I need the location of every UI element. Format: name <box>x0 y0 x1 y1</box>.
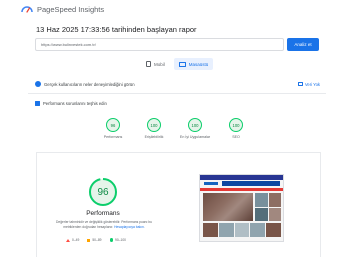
gauge-performance[interactable]: 96 Performans <box>101 118 125 139</box>
legend-average: 50–89 <box>87 238 102 242</box>
gauge-performance-label: Performans <box>103 135 123 139</box>
brand-name: PageSpeed Insights <box>37 4 105 14</box>
screenshot-logo <box>204 182 218 185</box>
analyze-button[interactable]: Analiz et <box>287 38 319 51</box>
pagespeed-logo-icon <box>21 6 33 13</box>
triangle-icon <box>66 238 70 242</box>
score-legend: 0–49 50–89 90–100 <box>66 238 126 242</box>
crux-section: Gerçek kullanıcıların neler deneyimlediğ… <box>35 80 320 88</box>
gauge-seo-label: SEO <box>232 135 240 139</box>
gauge-performance-score: 96 <box>106 118 120 132</box>
tab-desktop-label: Masaüstü <box>188 61 209 67</box>
page-screenshot-thumbnail <box>199 174 284 242</box>
no-data-icon <box>297 82 303 86</box>
desktop-icon <box>178 61 186 67</box>
report-title: 13 Haz 2025 17:33:56 tarihinden başlayan… <box>36 25 197 34</box>
diagnose-label: Performans sorunlarını teşhis edin <box>43 101 107 106</box>
crux-users-icon <box>35 81 41 87</box>
screenshot-hero-image <box>203 193 253 221</box>
app-header: PageSpeed Insights <box>0 0 350 18</box>
gauge-accessibility-label: Erişilebilirlik <box>144 135 164 139</box>
performance-score: 96 <box>97 186 109 198</box>
performance-title: Performans <box>86 210 120 217</box>
mobile-icon <box>146 61 151 67</box>
gauge-best-practices-score: 100 <box>188 118 202 132</box>
legend-pass-label: 90–100 <box>115 238 127 242</box>
gauge-accessibility[interactable]: 100 Erişilebilirlik <box>142 118 166 139</box>
url-input[interactable] <box>35 38 284 51</box>
gauge-best-practices-label: En İyi Uygulamalar <box>179 135 211 139</box>
legend-pass: 90–100 <box>109 238 127 242</box>
tab-mobile-label: Mobil <box>154 61 165 67</box>
tab-desktop[interactable]: Masaüstü <box>173 58 214 70</box>
section-divider <box>28 93 326 94</box>
screenshot-news-strip <box>203 223 281 237</box>
crux-label: Gerçek kullanıcıların neler deneyimlediğ… <box>44 81 135 87</box>
screenshot-side-grid <box>255 193 281 221</box>
calculator-link[interactable]: Hesaplayıcıya bakın. <box>114 225 145 229</box>
square-icon <box>87 238 91 242</box>
performance-description: Değerler tahminidir ve değişiklik göster… <box>50 220 158 229</box>
screenshot-nav <box>200 188 283 191</box>
gauge-accessibility-score: 100 <box>147 118 161 132</box>
gauge-seo-score: 100 <box>229 118 243 132</box>
device-tabs: Mobil Masaüstü <box>141 58 214 70</box>
tab-mobile[interactable]: Mobil <box>141 58 170 70</box>
lab-flask-icon <box>35 101 40 106</box>
category-gauges: 96 Performans 100 Erişilebilirlik 100 En… <box>101 118 248 139</box>
diagnose-section: Performans sorunlarını teşhis edin <box>35 100 107 107</box>
legend-fail: 0–49 <box>66 238 79 242</box>
legend-fail-label: 0–49 <box>72 238 80 242</box>
screenshot-banner <box>222 181 280 186</box>
crux-no-data-link[interactable]: Veri Yok <box>305 82 320 87</box>
gauge-seo[interactable]: 100 SEO <box>224 118 248 139</box>
circle-icon <box>109 238 114 242</box>
gauge-best-practices[interactable]: 100 En İyi Uygulamalar <box>179 118 211 139</box>
screenshot-topbar <box>200 175 283 180</box>
legend-average-label: 50–89 <box>92 238 102 242</box>
